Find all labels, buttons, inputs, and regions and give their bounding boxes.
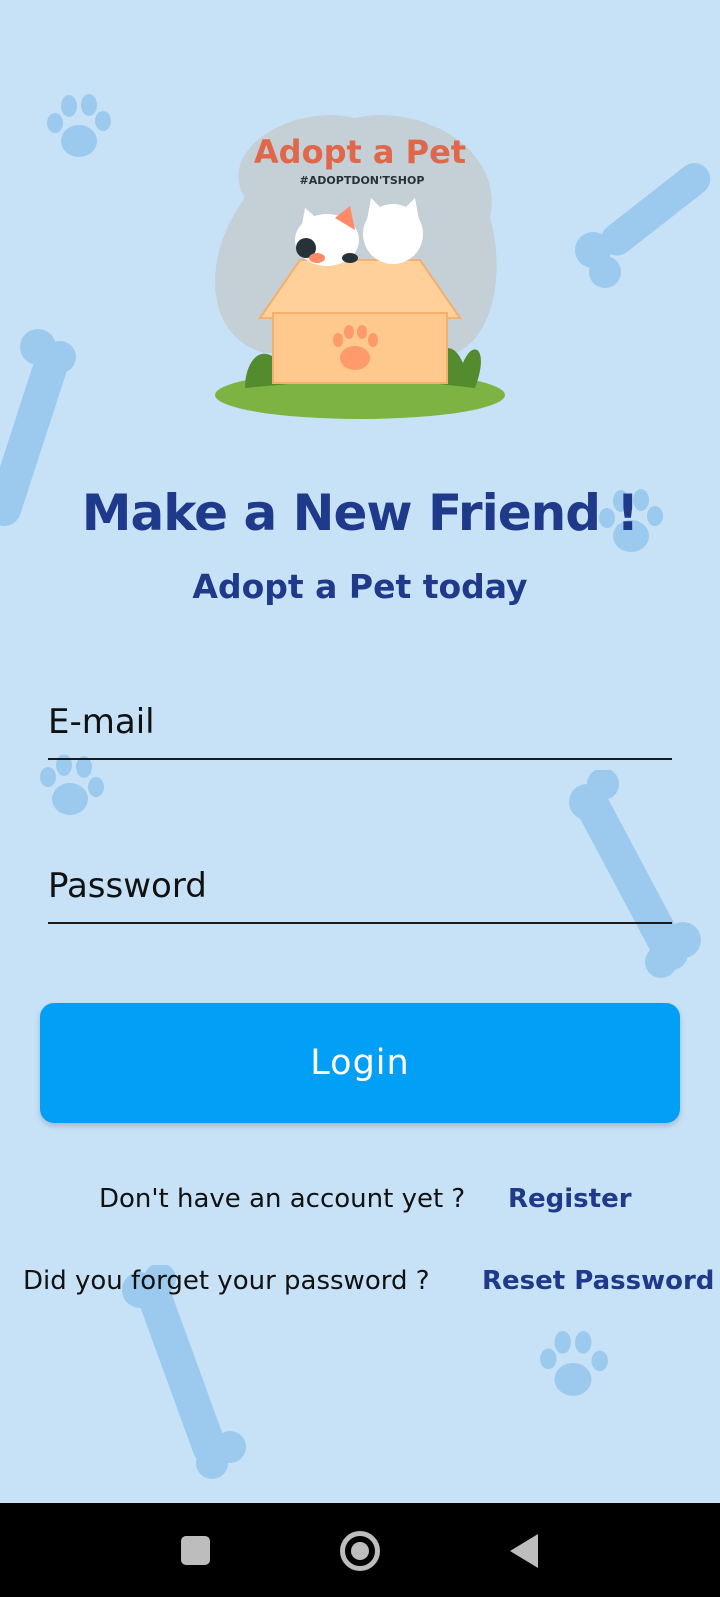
nav-recents-icon[interactable] bbox=[181, 1536, 210, 1565]
nav-back-icon[interactable] bbox=[510, 1534, 538, 1568]
email-input[interactable] bbox=[48, 702, 672, 742]
page-title: Make a New Friend ! bbox=[81, 484, 640, 542]
reset-question: Did you forget your password ? bbox=[23, 1266, 430, 1296]
paw-print-icon bbox=[540, 1331, 608, 1396]
reset-password-link[interactable]: Reset Password bbox=[482, 1266, 714, 1296]
paw-print-icon bbox=[40, 755, 104, 815]
logo-hashtag: #ADOPTDON'TSHOP bbox=[300, 174, 425, 187]
register-link[interactable]: Register bbox=[508, 1184, 632, 1214]
register-question: Don't have an account yet ? bbox=[99, 1184, 466, 1214]
bone-icon bbox=[575, 163, 711, 288]
bone-icon bbox=[122, 1265, 246, 1479]
login-button[interactable]: Login bbox=[40, 1003, 680, 1123]
nav-home-icon[interactable] bbox=[340, 1531, 380, 1571]
app-logo: Adopt a Pet #ADOPTDON'TSHOP bbox=[205, 108, 515, 426]
cats-in-box-illustration: Adopt a Pet #ADOPTDON'TSHOP bbox=[215, 115, 505, 419]
paw-print-icon bbox=[47, 94, 111, 157]
password-field[interactable] bbox=[48, 852, 672, 924]
email-field[interactable] bbox=[48, 688, 672, 760]
system-nav-bar bbox=[0, 1503, 720, 1597]
logo-title: Adopt a Pet bbox=[254, 133, 466, 171]
password-input[interactable] bbox=[48, 866, 672, 906]
page-subtitle: Adopt a Pet today bbox=[192, 567, 528, 606]
login-screen: Adopt a Pet #ADOPTDON'TSHOP Make a New F… bbox=[0, 0, 720, 1597]
